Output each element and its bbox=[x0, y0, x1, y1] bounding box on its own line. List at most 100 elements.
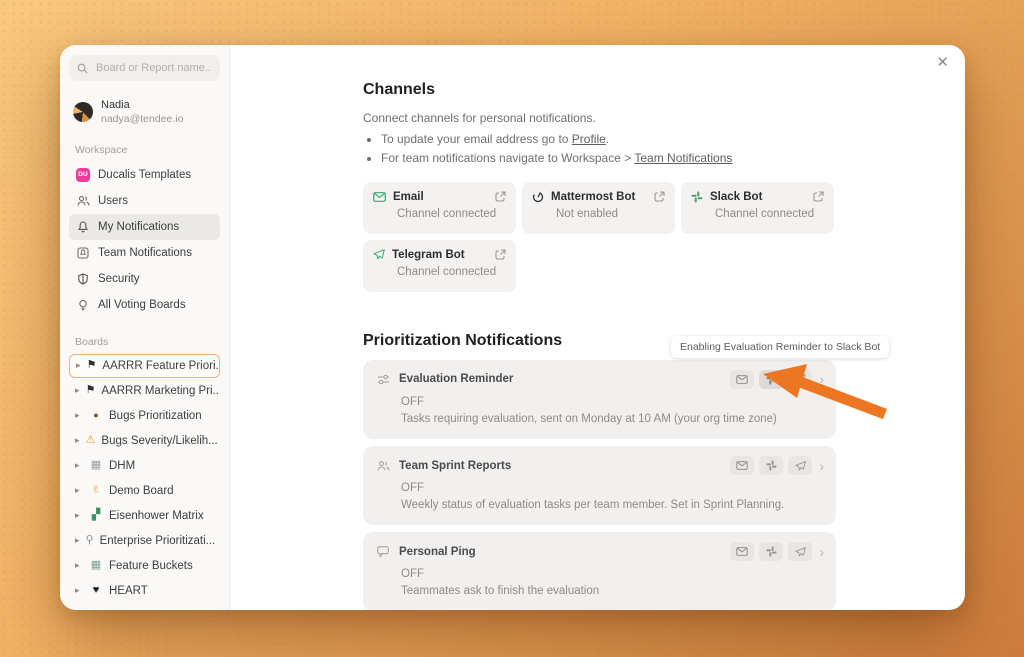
expand-caret-icon[interactable]: ▸ bbox=[75, 585, 83, 596]
bullet-text: For team notifications navigate to Works… bbox=[381, 151, 634, 165]
notification-state: OFF bbox=[375, 482, 824, 494]
expand-caret-icon[interactable]: ▸ bbox=[75, 510, 83, 521]
email-channel-chip[interactable] bbox=[730, 456, 754, 475]
channel-card-mattermost[interactable]: Mattermost Bot Not enabled bbox=[522, 182, 675, 234]
user-profile[interactable]: Nadia nadya@tendee.io bbox=[73, 99, 216, 126]
board-label: Bugs Prioritization bbox=[109, 410, 202, 422]
board-label: AARRR Feature Priori... bbox=[102, 360, 220, 372]
board-item-aarrr-feature[interactable]: ▸ ⚑ AARRR Feature Priori... bbox=[69, 354, 220, 378]
workspace-section-label: Workspace bbox=[75, 144, 214, 156]
sidebar-item-label: Ducalis Templates bbox=[98, 169, 191, 181]
board-label: Eisenhower Matrix bbox=[109, 510, 204, 522]
expand-caret-icon[interactable]: ▸ bbox=[75, 435, 80, 446]
team-icon bbox=[375, 460, 391, 472]
notification-title: Team Sprint Reports bbox=[399, 460, 722, 472]
board-item-dhm[interactable]: ▸ ▦ DHM bbox=[69, 454, 220, 478]
team-notifications-link[interactable]: Team Notifications bbox=[634, 151, 732, 165]
slack-icon bbox=[691, 191, 703, 203]
notification-card-evaluation-reminder[interactable]: Evaluation Reminder › bbox=[363, 360, 836, 439]
board-label: Demo Board bbox=[109, 485, 174, 497]
slack-channel-chip[interactable] bbox=[759, 542, 783, 561]
telegram-channel-chip[interactable] bbox=[788, 542, 812, 561]
users-icon bbox=[76, 195, 90, 207]
search-field[interactable] bbox=[94, 61, 212, 75]
board-item-enterprise-prioritization[interactable]: ▸ ⚲ Enterprise Prioritizati... bbox=[69, 529, 220, 553]
notification-title: Evaluation Reminder bbox=[399, 373, 722, 385]
email-channel-chip[interactable] bbox=[730, 370, 754, 389]
expand-caret-icon[interactable]: ▸ bbox=[75, 485, 83, 496]
board-item-aarrr-marketing[interactable]: ▸ ⚑ AARRR Marketing Pri... bbox=[69, 379, 220, 403]
channel-card-email[interactable]: Email Channel connected bbox=[363, 182, 516, 234]
channel-status: Channel connected bbox=[373, 208, 506, 220]
telegram-channel-chip[interactable] bbox=[788, 456, 812, 475]
main-panel: Channels Connect channels for personal n… bbox=[230, 45, 965, 610]
sidebar-item-team-notifications[interactable]: Team Notifications bbox=[69, 240, 220, 266]
sidebar-item-label: My Notifications bbox=[98, 221, 179, 233]
board-item-bugs-prioritization[interactable]: ▸ ● Bugs Prioritization bbox=[69, 404, 220, 428]
board-item-demo-board[interactable]: ▸ ✌ Demo Board bbox=[69, 479, 220, 503]
expand-caret-icon[interactable]: ▸ bbox=[75, 560, 83, 571]
calculator-icon: ▦ bbox=[89, 460, 103, 471]
lightbulb-icon bbox=[76, 299, 90, 311]
expand-caret-icon[interactable]: ▸ bbox=[76, 360, 81, 371]
search-input[interactable] bbox=[69, 55, 220, 81]
channels-subtitle: Connect channels for personal notificati… bbox=[363, 109, 836, 128]
profile-link[interactable]: Profile bbox=[572, 132, 606, 146]
channels-bullets: To update your email address go to Profi… bbox=[363, 130, 836, 168]
channel-card-telegram[interactable]: Telegram Bot Channel connected bbox=[363, 240, 516, 292]
sidebar-item-security[interactable]: Security bbox=[69, 266, 220, 292]
notification-description: Teammates ask to finish the evaluation bbox=[375, 583, 824, 599]
chevron-right-icon[interactable]: › bbox=[819, 459, 824, 473]
notification-card-team-sprint-reports[interactable]: Team Sprint Reports › bbox=[363, 446, 836, 525]
board-label: AARRR Marketing Pri... bbox=[101, 385, 220, 397]
telegram-channel-chip[interactable] bbox=[788, 370, 812, 389]
bullet-team: For team notifications navigate to Works… bbox=[381, 149, 836, 168]
external-link-icon[interactable] bbox=[654, 191, 665, 202]
board-item-eisenhower-matrix[interactable]: ▸ ▞ Eisenhower Matrix bbox=[69, 504, 220, 528]
channel-title: Email bbox=[393, 191, 488, 203]
expand-caret-icon[interactable]: ▸ bbox=[75, 385, 80, 396]
channel-title: Mattermost Bot bbox=[551, 191, 647, 203]
expand-caret-icon[interactable]: ▸ bbox=[75, 410, 83, 421]
sidebar-item-ducalis-templates[interactable]: DU Ducalis Templates bbox=[69, 162, 220, 188]
team-bell-icon bbox=[76, 247, 90, 259]
board-label: Feature Buckets bbox=[109, 560, 193, 572]
sidebar: Nadia nadya@tendee.io Workspace DU Ducal… bbox=[60, 45, 230, 610]
slack-channel-chip[interactable] bbox=[759, 456, 783, 475]
email-channel-chip[interactable] bbox=[730, 542, 754, 561]
board-item-heart[interactable]: ▸ ♥ HEART bbox=[69, 579, 220, 603]
external-link-icon[interactable] bbox=[495, 249, 506, 260]
slack-channel-chip[interactable] bbox=[759, 370, 783, 389]
spider-icon: ● bbox=[89, 411, 103, 420]
sidebar-item-all-voting-boards[interactable]: All Voting Boards bbox=[69, 292, 220, 318]
close-icon[interactable]: ✕ bbox=[936, 55, 949, 70]
pirate-flag-icon: ⚑ bbox=[86, 385, 96, 396]
expand-caret-icon[interactable]: ▸ bbox=[75, 535, 80, 546]
channel-cards: Email Channel connected Mattermost Bot bbox=[363, 182, 836, 292]
board-item-feature-buckets[interactable]: ▸ ▦ Feature Buckets bbox=[69, 554, 220, 578]
channel-status: Channel connected bbox=[691, 208, 824, 220]
sidebar-item-users[interactable]: Users bbox=[69, 188, 220, 214]
notification-description: Weekly status of evaluation tasks per te… bbox=[375, 497, 824, 513]
warning-icon: ⚠ bbox=[86, 435, 96, 446]
board-label: HEART bbox=[109, 585, 148, 597]
channel-status: Channel connected bbox=[373, 266, 506, 278]
chevron-right-icon[interactable]: › bbox=[819, 545, 824, 559]
notification-card-personal-ping[interactable]: Personal Ping › bbox=[363, 532, 836, 610]
heart-icon: ♥ bbox=[89, 585, 103, 596]
bullet-email: To update your email address go to Profi… bbox=[381, 130, 836, 149]
channel-status: Not enabled bbox=[532, 208, 665, 220]
notification-description: Tasks requiring evaluation, sent on Mond… bbox=[375, 411, 824, 427]
channel-card-slack[interactable]: Slack Bot Channel connected bbox=[681, 182, 834, 234]
workspace-logo-icon: DU bbox=[76, 168, 90, 182]
chevron-right-icon[interactable]: › bbox=[819, 372, 824, 386]
board-label: Bugs Severity/Likelih... bbox=[101, 435, 217, 447]
board-item-bugs-severity[interactable]: ▸ ⚠ Bugs Severity/Likelih... bbox=[69, 429, 220, 453]
sidebar-item-my-notifications[interactable]: My Notifications bbox=[69, 214, 220, 240]
mattermost-icon bbox=[532, 191, 544, 203]
expand-caret-icon[interactable]: ▸ bbox=[75, 460, 83, 471]
sidebar-item-label: Security bbox=[98, 273, 140, 285]
external-link-icon[interactable] bbox=[813, 191, 824, 202]
external-link-icon[interactable] bbox=[495, 191, 506, 202]
email-icon bbox=[373, 192, 386, 202]
